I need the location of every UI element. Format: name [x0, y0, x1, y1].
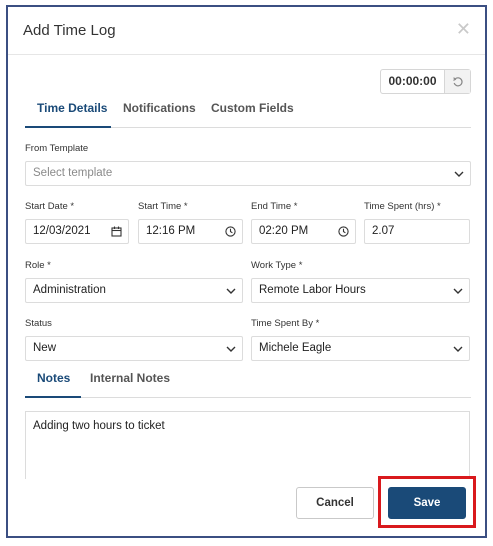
chevron-down-icon — [226, 279, 236, 302]
active-tab-indicator — [25, 126, 111, 128]
end-time-label: End Time * — [251, 201, 298, 212]
role-value: Administration — [33, 284, 106, 296]
dialog-title: Add Time Log — [23, 22, 116, 39]
work-type-select[interactable]: Remote Labor Hours — [251, 278, 470, 303]
tab-time-details[interactable]: Time Details — [37, 101, 107, 115]
start-date-value: 12/03/2021 — [33, 225, 91, 237]
chevron-down-icon — [453, 337, 463, 360]
start-date-input[interactable]: 12/03/2021 — [25, 219, 129, 244]
dialog: Add Time Log ✕ 00:00:00 Time Details Not… — [6, 5, 487, 538]
dialog-header: Add Time Log ✕ — [8, 7, 485, 55]
template-select[interactable]: Select template — [25, 161, 471, 186]
chevron-down-icon — [226, 337, 236, 360]
notes-textarea[interactable]: Adding two hours to ticket — [25, 411, 470, 479]
end-time-value: 02:20 PM — [259, 225, 309, 237]
reset-icon-glyph — [452, 76, 463, 86]
clock-icon[interactable] — [225, 220, 236, 243]
time-spent-value: 2.07 — [372, 225, 395, 237]
end-time-input[interactable]: 02:20 PM — [251, 219, 356, 244]
active-notes-tab-indicator — [25, 396, 81, 398]
role-label: Role * — [25, 260, 51, 271]
status-value: New — [33, 342, 57, 354]
top-tabs: Time Details Notifications Custom Fields — [25, 97, 471, 128]
time-spent-by-value: Michele Eagle — [259, 342, 332, 354]
template-placeholder: Select template — [33, 167, 113, 179]
calendar-icon[interactable] — [111, 220, 122, 243]
chevron-down-icon — [454, 162, 464, 185]
close-icon[interactable]: ✕ — [456, 20, 471, 38]
notes-tabs: Notes Internal Notes — [25, 367, 471, 398]
tab-internal-notes[interactable]: Internal Notes — [90, 371, 170, 385]
work-type-value: Remote Labor Hours — [259, 284, 366, 296]
timer: 00:00:00 — [380, 69, 471, 94]
status-select[interactable]: New — [25, 336, 243, 361]
start-date-label: Start Date * — [25, 201, 75, 212]
chevron-down-icon — [453, 279, 463, 302]
time-spent-input[interactable]: 2.07 — [364, 219, 470, 244]
timer-value: 00:00:00 — [388, 74, 437, 88]
clock-icon[interactable] — [338, 220, 349, 243]
save-highlight-box — [378, 476, 476, 528]
time-spent-by-label: Time Spent By * — [251, 318, 320, 329]
tab-notes[interactable]: Notes — [37, 371, 70, 385]
work-type-label: Work Type * — [251, 260, 303, 271]
reset-icon[interactable] — [444, 70, 470, 93]
tab-notifications[interactable]: Notifications — [123, 101, 196, 115]
start-time-value: 12:16 PM — [146, 225, 196, 237]
time-spent-by-select[interactable]: Michele Eagle — [251, 336, 470, 361]
role-select[interactable]: Administration — [25, 278, 243, 303]
start-time-input[interactable]: 12:16 PM — [138, 219, 243, 244]
status-label: Status — [25, 318, 52, 329]
start-time-label: Start Time * — [138, 201, 188, 212]
tab-custom-fields[interactable]: Custom Fields — [211, 101, 294, 115]
time-spent-label: Time Spent (hrs) * — [364, 201, 441, 212]
template-label: From Template — [25, 143, 89, 154]
cancel-button[interactable]: Cancel — [296, 487, 374, 519]
